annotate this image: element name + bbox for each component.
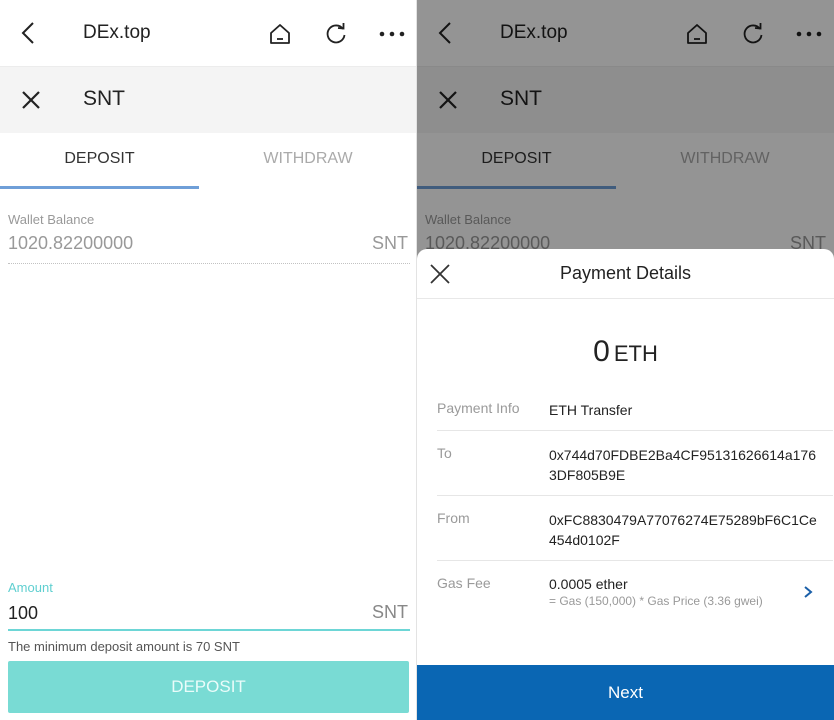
- gas-fee-label: Gas Fee: [437, 575, 491, 591]
- deposit-button[interactable]: DEPOSIT: [8, 661, 409, 713]
- payment-info-row: Payment Info ETH Transfer: [437, 389, 833, 431]
- tab-bar: DEPOSIT WITHDRAW: [0, 133, 416, 189]
- amount-label: Amount: [8, 580, 53, 595]
- from-label: From: [437, 510, 470, 526]
- payment-info-label: Payment Info: [437, 400, 520, 416]
- divider: [8, 263, 410, 264]
- gas-fee-detail: = Gas (150,000) * Gas Price (3.36 gwei): [549, 594, 763, 608]
- sheet-header: Payment Details: [417, 249, 834, 299]
- more-icon[interactable]: [376, 20, 408, 48]
- amount-underline: [8, 629, 410, 631]
- sheet-title: Payment Details: [559, 263, 692, 283]
- to-label: To: [437, 445, 452, 461]
- refresh-icon[interactable]: [322, 20, 350, 48]
- browser-bar: DEx.top: [0, 0, 416, 67]
- from-address: 0xFC8830479A77076274E75289bF6C1Ce454d010…: [549, 512, 817, 548]
- asset-title: SNT: [83, 87, 125, 110]
- to-address: 0x744d70FDBE2Ba4CF95131626614a1763DF805B…: [549, 447, 816, 483]
- from-row: From 0xFC8830479A77076274E75289bF6C1Ce45…: [437, 496, 833, 561]
- payment-amount-currency: ETH: [613, 341, 658, 366]
- browser-title: DEx.top: [83, 22, 151, 43]
- payment-info-value: ETH Transfer: [549, 402, 633, 418]
- deposit-screen: DEx.top SNT DEPOSIT WITHDRAW Wallet Bala…: [0, 0, 417, 720]
- wallet-balance-value: 1020.82200000: [8, 233, 134, 253]
- gas-fee-row[interactable]: Gas Fee 0.0005 ether = Gas (150,000) * G…: [437, 561, 833, 623]
- next-button[interactable]: Next: [417, 665, 834, 720]
- payment-amount: 0 ETH: [417, 335, 834, 369]
- home-icon[interactable]: [266, 20, 294, 48]
- chevron-right-icon[interactable]: [801, 585, 815, 599]
- back-icon[interactable]: [14, 18, 44, 48]
- payment-details-sheet: Payment Details 0 ETH Payment Info ETH Tr…: [417, 249, 834, 720]
- close-icon[interactable]: [18, 87, 44, 113]
- payment-screen: DEx.top SNT DEPOSIT WITHDRAW Wallet Bala…: [417, 0, 834, 720]
- to-row: To 0x744d70FDBE2Ba4CF95131626614a1763DF8…: [437, 431, 833, 496]
- asset-header: SNT: [0, 67, 416, 133]
- amount-unit: SNT: [372, 602, 408, 622]
- gas-fee-value: 0.0005 ether: [549, 576, 628, 592]
- wallet-balance-unit: SNT: [372, 233, 408, 253]
- minimum-deposit-note: The minimum deposit amount is 70 SNT: [8, 639, 240, 654]
- tab-withdraw[interactable]: WITHDRAW: [199, 133, 416, 189]
- tab-deposit[interactable]: DEPOSIT: [0, 133, 199, 189]
- payment-amount-value: 0: [593, 335, 610, 368]
- amount-input[interactable]: [8, 600, 338, 626]
- wallet-balance-label: Wallet Balance: [8, 212, 95, 227]
